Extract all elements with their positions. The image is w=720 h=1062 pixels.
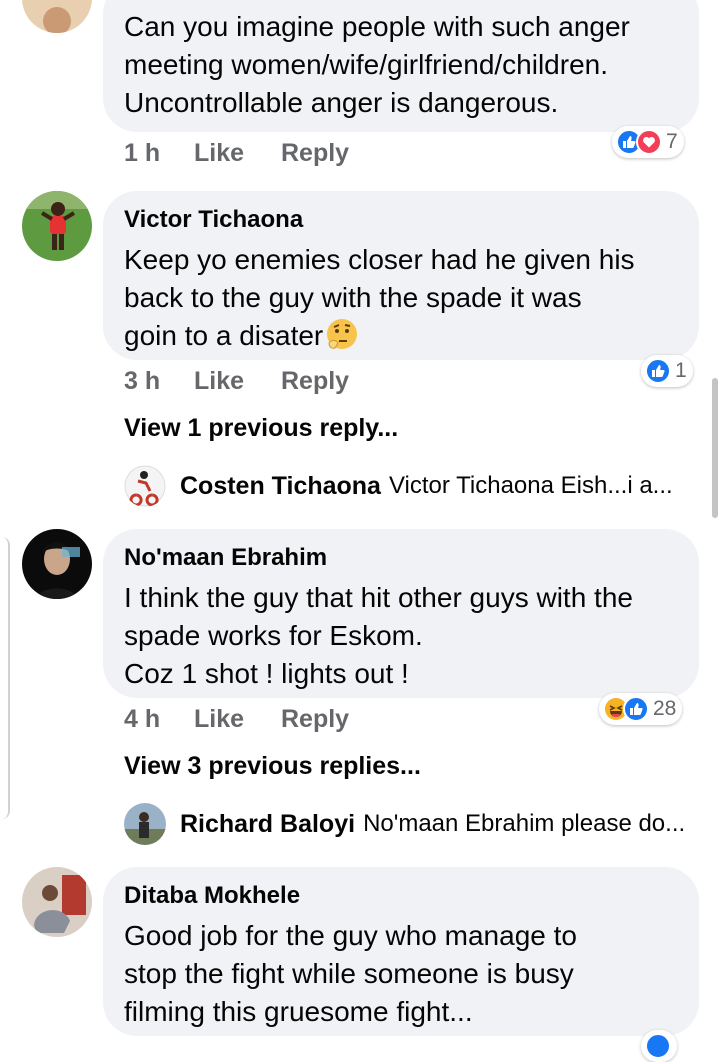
- reactions-badge-partial[interactable]: [641, 1030, 677, 1062]
- avatar[interactable]: [22, 191, 92, 261]
- comment-author[interactable]: No'maan Ebrahim: [124, 543, 677, 573]
- scrollbar[interactable]: [712, 378, 718, 518]
- like-icon: [623, 696, 649, 722]
- comment-time[interactable]: 3 h: [124, 367, 160, 396]
- reply-author[interactable]: Costen Tichaona: [180, 472, 381, 501]
- reaction-count: 1: [675, 359, 687, 382]
- reply-preview[interactable]: Costen Tichaona Victor Tichaona Eish...i…: [124, 464, 673, 508]
- reply-text: Victor Tichaona Eish...i a...: [388, 472, 673, 499]
- comment-text: back to the guy with the spade it was: [124, 282, 582, 313]
- reaction-count: 7: [666, 130, 678, 153]
- comment-text: Uncontrollable anger is dangerous.: [124, 87, 559, 118]
- love-icon: [636, 129, 662, 155]
- avatar[interactable]: [124, 465, 166, 507]
- comment-text: spade works for Eskom.: [124, 620, 423, 651]
- like-button[interactable]: Like: [194, 705, 244, 734]
- reply-button[interactable]: Reply: [281, 367, 349, 396]
- reply-button[interactable]: Reply: [281, 139, 349, 168]
- comment-bubble: Can you imagine people with such anger m…: [103, 0, 699, 132]
- comment-bubble: No'maan Ebrahim I think the guy that hit…: [103, 529, 699, 698]
- comment-text: meeting women/wife/girlfriend/children.: [124, 49, 608, 80]
- comment-text: goin to a disater: [124, 320, 324, 351]
- like-icon: [645, 1033, 671, 1059]
- comment-author[interactable]: Ditaba Mokhele: [124, 881, 677, 911]
- comment-text: Keep yo enemies closer had he given his: [124, 244, 635, 275]
- comment-bubble: Victor Tichaona Keep yo enemies closer h…: [103, 191, 699, 360]
- comment-text: stop the fight while someone is busy: [124, 958, 574, 989]
- reply-text: No'maan Ebrahim please do...: [363, 810, 686, 837]
- comment-text-row: goin to a disater: [124, 317, 677, 361]
- comment-time[interactable]: 1 h: [124, 139, 160, 168]
- view-previous-replies[interactable]: View 3 previous replies...: [124, 752, 421, 781]
- like-button[interactable]: Like: [194, 367, 244, 396]
- reactions-badge[interactable]: 7: [612, 126, 684, 158]
- avatar[interactable]: [124, 803, 166, 845]
- avatar[interactable]: [22, 529, 92, 599]
- like-icon: [645, 358, 671, 384]
- reply-preview[interactable]: Richard Baloyi No'maan Ebrahim please do…: [124, 802, 685, 846]
- reply-button[interactable]: Reply: [281, 705, 349, 734]
- comment-time[interactable]: 4 h: [124, 705, 160, 734]
- reaction-count: 28: [653, 697, 677, 720]
- reply-author[interactable]: Richard Baloyi: [180, 810, 355, 839]
- comment-text: Can you imagine people with such anger: [124, 11, 630, 42]
- thread-line: [0, 537, 10, 819]
- comment-bubble: Ditaba Mokhele Good job for the guy who …: [103, 867, 699, 1036]
- avatar[interactable]: [22, 0, 92, 33]
- comment-text: Coz 1 shot ! lights out !: [124, 658, 409, 689]
- comment-author[interactable]: Victor Tichaona: [124, 205, 677, 235]
- comment-text: filming this gruesome fight...: [124, 996, 473, 1027]
- like-button[interactable]: Like: [194, 139, 244, 168]
- comment-text: I think the guy that hit other guys with…: [124, 582, 633, 613]
- comment-text: Good job for the guy who manage to: [124, 920, 577, 951]
- avatar[interactable]: [22, 867, 92, 937]
- view-previous-replies[interactable]: View 1 previous reply...: [124, 414, 398, 443]
- reactions-badge[interactable]: 1: [641, 355, 693, 387]
- reactions-badge[interactable]: 28: [599, 693, 683, 725]
- thinking-emoji: [325, 317, 359, 361]
